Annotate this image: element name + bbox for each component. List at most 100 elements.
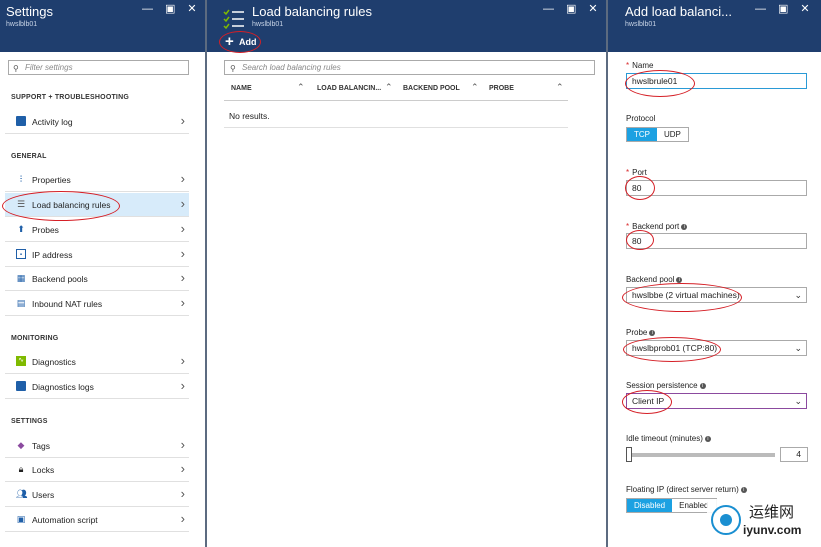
probe-label: Probe i: [626, 328, 656, 337]
column-header-name[interactable]: NAME: [231, 85, 252, 92]
rules-header: Load balancing rules hwslblb01 — ▣ ✕ + Add: [207, 0, 606, 52]
sidebar-item-diagnostics-logs[interactable]: Diagnostics logs ›: [5, 375, 189, 399]
close-icon[interactable]: ✕: [800, 4, 809, 15]
floating-option-disabled[interactable]: Disabled: [627, 499, 673, 512]
minimize-icon[interactable]: —: [543, 4, 554, 15]
sidebar-item-properties[interactable]: ⫶ Properties ›: [5, 168, 189, 192]
sidebar-item-users[interactable]: 👥︎ Users ›: [5, 483, 189, 507]
sidebar-item-probes[interactable]: ⬆ Probes ›: [5, 218, 189, 242]
add-rule-header: Add load balanci... hwslblb01 — ▣ ✕: [608, 0, 821, 52]
load-balancing-rules-blade: Load balancing rules hwslblb01 — ▣ ✕ + Add…: [207, 0, 606, 547]
chevron-right-icon: ›: [180, 295, 185, 310]
sidebar-item-backend-pools[interactable]: ▦ Backend pools ›: [5, 267, 189, 291]
settings-title: Settings: [6, 4, 53, 19]
protocol-option-tcp[interactable]: TCP: [627, 128, 657, 141]
minimize-icon[interactable]: —: [755, 4, 766, 15]
chevron-right-icon: ›: [180, 246, 185, 261]
sidebar-item-tags[interactable]: ◆ Tags ›: [5, 434, 189, 458]
nat-rules-icon: ▤: [16, 298, 26, 308]
backend-pools-icon: ▦: [16, 273, 26, 283]
name-label: * Name: [626, 61, 654, 70]
chevron-right-icon: ›: [180, 378, 185, 393]
table-header-divider: [224, 100, 568, 101]
search-icon: ⚲: [13, 64, 19, 73]
sidebar-item-locks[interactable]: 🔒︎ Locks ›: [5, 458, 189, 482]
maximize-icon[interactable]: ▣: [165, 4, 175, 15]
add-rule-subtitle: hwslblb01: [625, 21, 657, 28]
info-icon[interactable]: i: [740, 487, 747, 493]
chevron-right-icon: ›: [180, 353, 185, 368]
maximize-icon[interactable]: ▣: [566, 4, 576, 15]
tag-icon: ◆: [17, 440, 25, 450]
search-icon: ⚲: [230, 64, 236, 73]
settings-subtitle: hwslblb01: [6, 21, 38, 28]
protocol-label: Protocol: [626, 114, 656, 123]
add-rule-title: Add load balanci...: [625, 4, 732, 19]
users-icon: 👥︎: [16, 489, 28, 499]
activity-log-icon: [16, 116, 26, 126]
properties-icon: ⫶: [19, 174, 23, 184]
add-rule-blade: Add load balanci... hwslblb01 — ▣ ✕ * Name …: [608, 0, 821, 547]
floating-ip-toggle[interactable]: Disabled Enabled: [626, 498, 717, 513]
info-icon[interactable]: i: [681, 224, 688, 230]
watermark: 运维网 iyunv.com: [707, 499, 815, 543]
sort-icon[interactable]: ⌃: [385, 82, 393, 93]
settings-blade: Settings hwslblb01 — ▣ ✕ ⚲ Filter settings…: [0, 0, 205, 547]
sidebar-item-automation-script[interactable]: ▣ Automation script ›: [5, 508, 189, 532]
idle-timeout-slider-thumb[interactable]: [626, 447, 632, 462]
chevron-down-icon: ⌄: [794, 290, 802, 300]
section-support: SUPPORT + TROUBLESHOOTING: [11, 94, 129, 101]
sidebar-item-diagnostics[interactable]: ∿ Diagnostics ›: [5, 350, 189, 374]
column-header-load-balancing[interactable]: LOAD BALANCIN...: [317, 85, 381, 92]
column-header-probe[interactable]: PROBE: [489, 85, 514, 92]
info-icon[interactable]: i: [649, 330, 656, 336]
chevron-right-icon: ›: [180, 113, 185, 128]
protocol-toggle[interactable]: TCP UDP: [626, 127, 689, 142]
close-icon[interactable]: ✕: [187, 4, 196, 15]
lock-icon: 🔒︎: [18, 464, 24, 474]
section-general: GENERAL: [11, 153, 47, 160]
idle-timeout-field[interactable]: 4: [780, 447, 808, 462]
annotation-circle: [626, 230, 654, 250]
chevron-right-icon: ›: [180, 437, 185, 452]
maximize-icon[interactable]: ▣: [778, 4, 788, 15]
rules-subtitle: hwslblb01: [252, 21, 284, 28]
sidebar-item-activity-log[interactable]: Activity log ›: [5, 110, 189, 134]
empty-table-message: No results.: [229, 111, 270, 121]
info-icon[interactable]: i: [704, 436, 711, 442]
automation-script-icon: ▣: [16, 514, 26, 524]
chevron-right-icon: ›: [180, 461, 185, 476]
chevron-right-icon: ›: [180, 171, 185, 186]
sort-icon[interactable]: ⌃: [556, 82, 564, 93]
search-rules-input[interactable]: ⚲ Search load balancing rules: [224, 60, 595, 75]
annotation-circle: [622, 283, 742, 312]
sort-icon[interactable]: ⌃: [297, 82, 305, 93]
ip-address-icon: ▪: [16, 249, 26, 259]
probe-icon: ⬆: [17, 224, 25, 234]
annotation-circle: [623, 337, 721, 362]
watermark-en: iyunv.com: [743, 523, 802, 537]
annotation-circle: [219, 31, 261, 53]
chevron-right-icon: ›: [180, 486, 185, 501]
watermark-logo-icon: [711, 505, 741, 535]
session-persistence-label: Session persistence i: [626, 381, 706, 390]
idle-timeout-slider-track[interactable]: [627, 453, 775, 457]
column-header-backend-pool[interactable]: BACKEND POOL: [403, 85, 460, 92]
chevron-down-icon: ⌄: [794, 396, 802, 406]
close-icon[interactable]: ✕: [588, 4, 597, 15]
sidebar-item-inbound-nat-rules[interactable]: ▤ Inbound NAT rules ›: [5, 292, 189, 316]
sidebar-item-ip-address[interactable]: ▪ IP address ›: [5, 243, 189, 267]
chevron-right-icon: ›: [180, 221, 185, 236]
protocol-option-udp[interactable]: UDP: [657, 128, 688, 141]
annotation-circle: [2, 191, 120, 221]
sort-icon[interactable]: ⌃: [471, 82, 479, 93]
chevron-right-icon: ›: [180, 196, 185, 211]
filter-settings-input[interactable]: ⚲ Filter settings: [8, 60, 189, 75]
annotation-circle: [625, 70, 695, 97]
annotation-circle: [625, 176, 655, 200]
minimize-icon[interactable]: —: [142, 4, 153, 15]
idle-timeout-label: Idle timeout (minutes) i: [626, 434, 711, 443]
info-icon[interactable]: i: [699, 383, 706, 389]
chevron-right-icon: ›: [180, 270, 185, 285]
watermark-cn: 运维网: [749, 503, 795, 521]
